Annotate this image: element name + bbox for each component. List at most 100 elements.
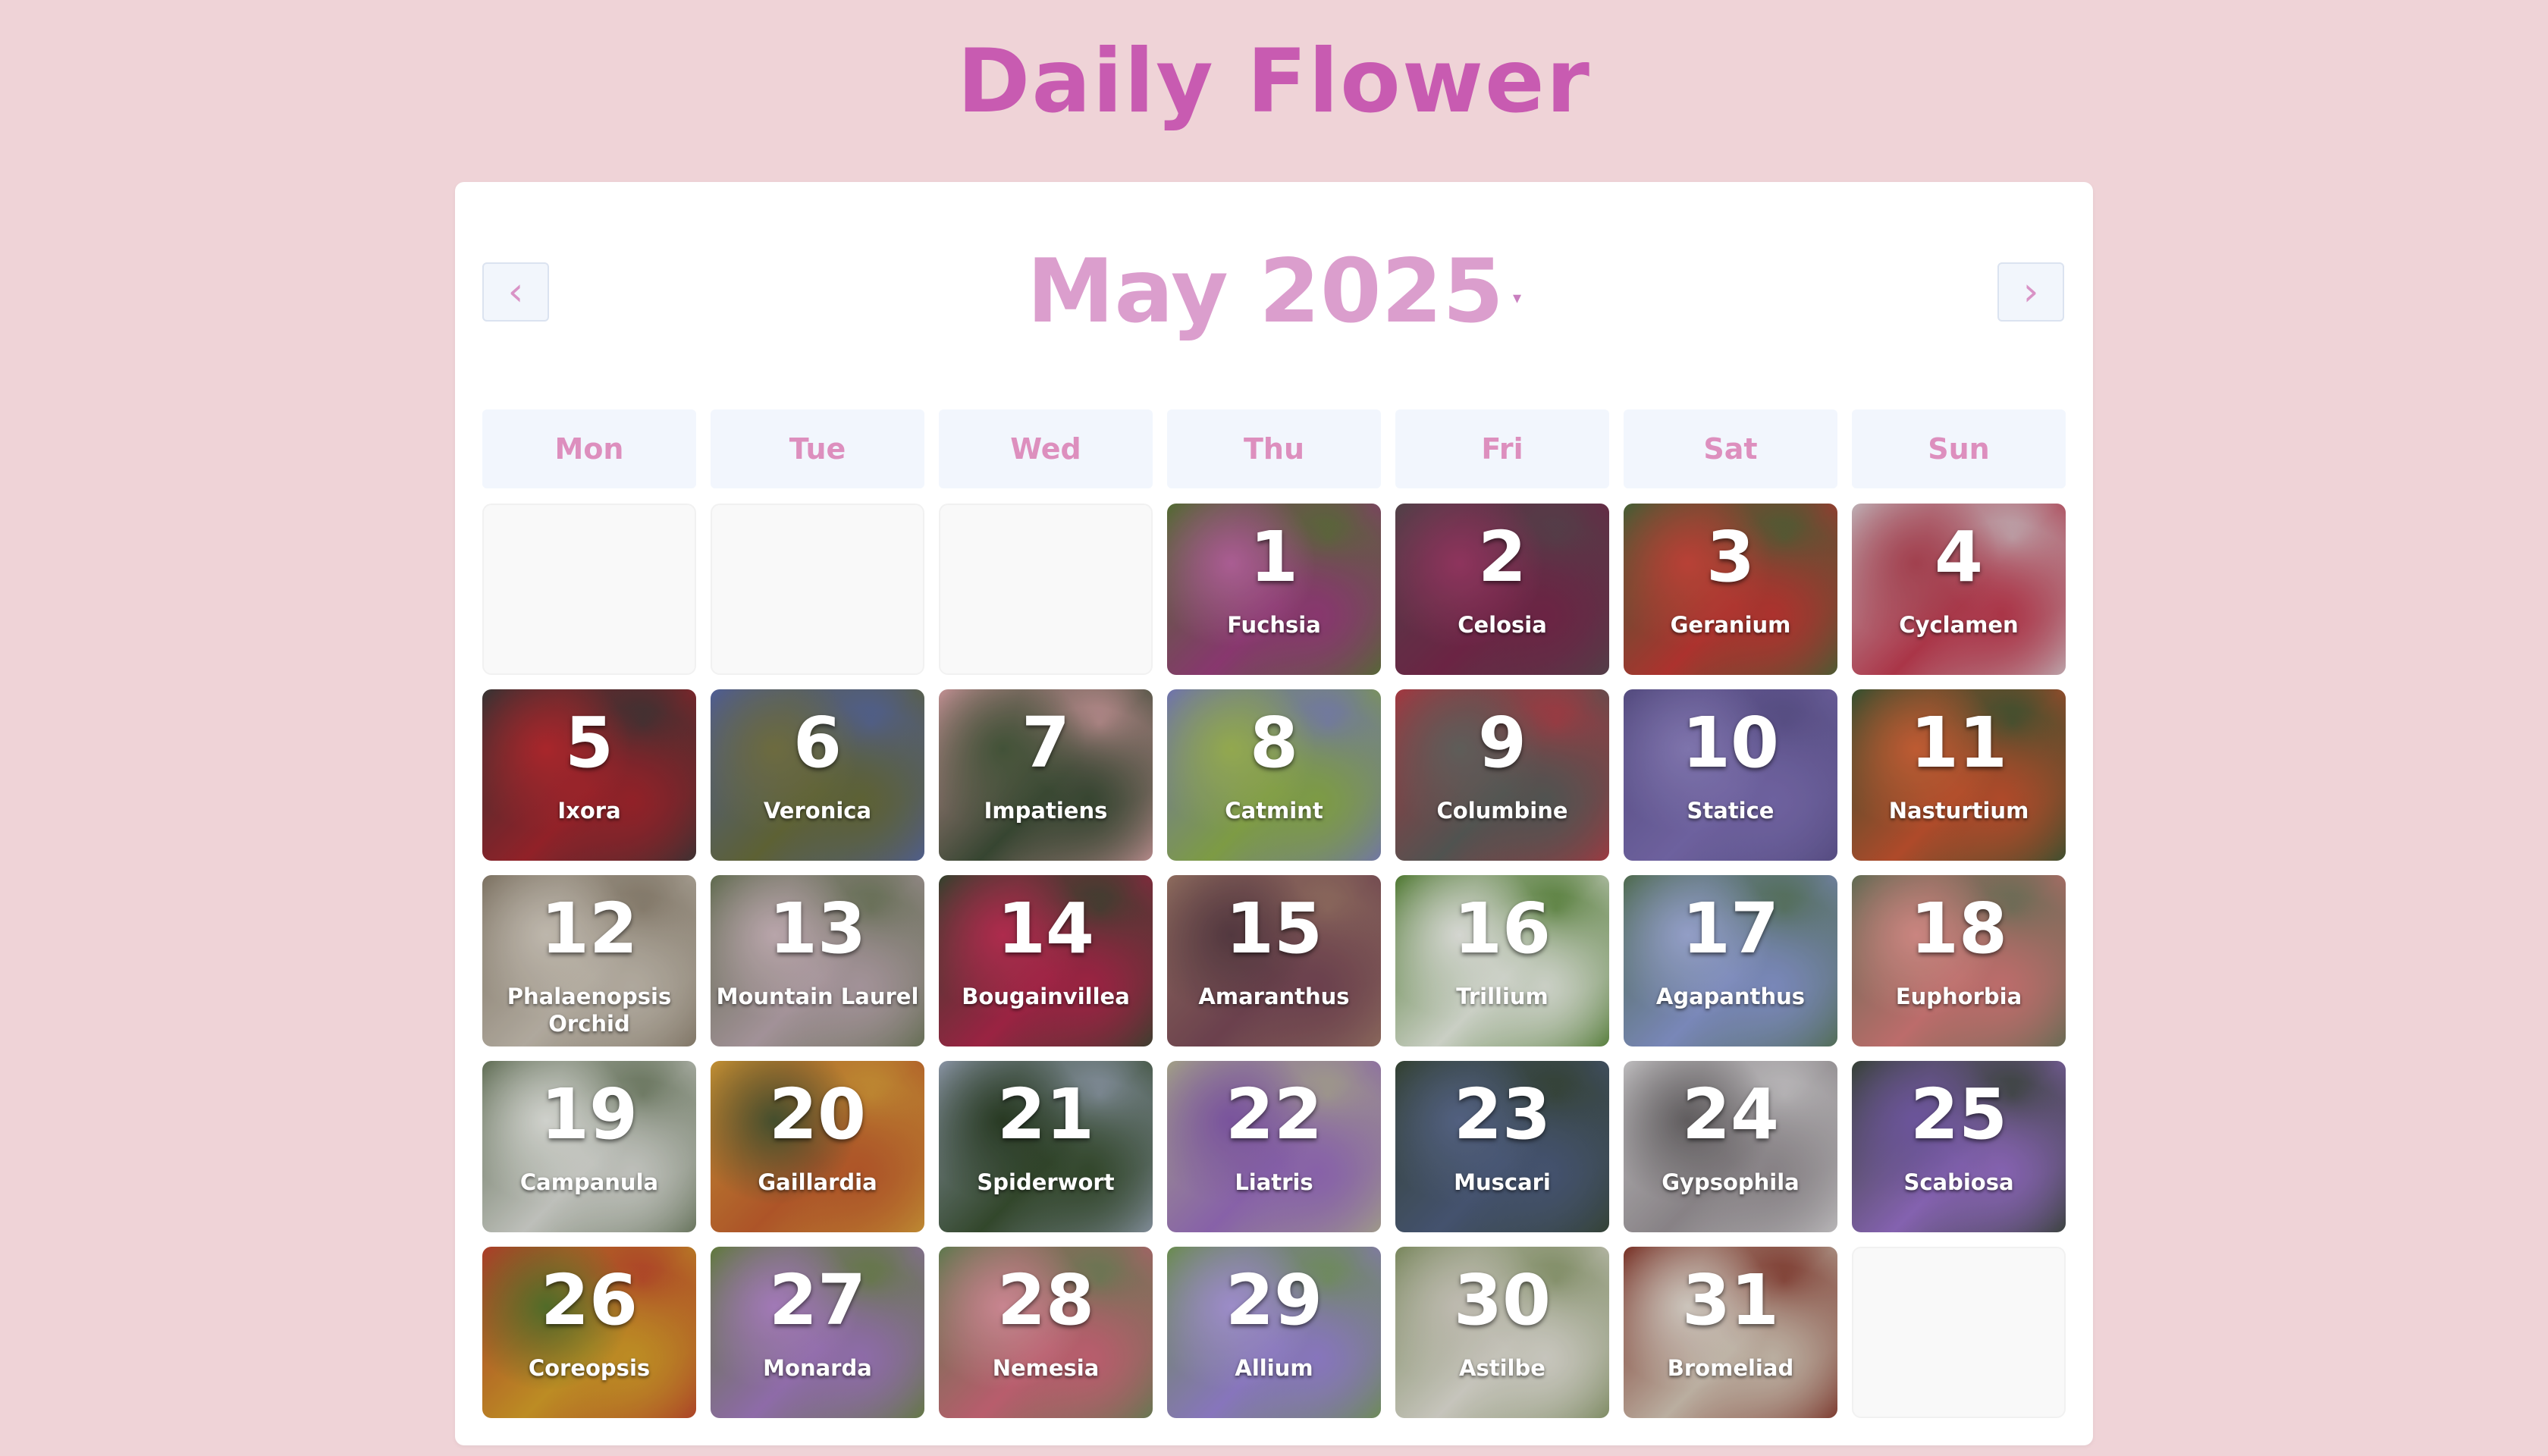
flower-name: Ixora (557, 798, 621, 824)
day-cell[interactable]: 5 Ixora (482, 689, 696, 861)
day-cell[interactable]: 29 Allium (1167, 1247, 1381, 1418)
flower-name: Coreopsis (528, 1355, 651, 1381)
day-cell[interactable]: 6 Veronica (711, 689, 924, 861)
flower-name: Monarda (763, 1355, 872, 1381)
month-selector: May 2025 ▾ (455, 235, 2093, 349)
flower-name: Geranium (1670, 612, 1791, 638)
day-cell[interactable]: 25 Scabiosa (1852, 1061, 2066, 1232)
weekday-sun: Sun (1852, 410, 2066, 488)
day-cell[interactable]: 12 Phalaenopsis Orchid (482, 875, 696, 1046)
flower-name: Euphorbia (1895, 984, 2022, 1009)
chevron-right-icon: › (2022, 269, 2039, 315)
day-cell[interactable]: 7 Impatiens (939, 689, 1153, 861)
day-number: 19 (540, 1074, 639, 1155)
day-number: 31 (1681, 1260, 1780, 1341)
day-cell[interactable]: 21 Spiderwort (939, 1061, 1153, 1232)
day-number: 27 (768, 1260, 867, 1341)
empty-day-cell (482, 504, 696, 675)
day-number: 2 (1477, 516, 1527, 598)
flower-name: Catmint (1225, 798, 1323, 824)
day-cell[interactable]: 19 Campanula (482, 1061, 696, 1232)
day-number: 5 (564, 702, 613, 783)
day-cell[interactable]: 4 Cyclamen (1852, 504, 2066, 675)
day-cell[interactable]: 10 Statice (1624, 689, 1837, 861)
next-month-button[interactable]: › (1997, 262, 2064, 322)
day-number: 29 (1225, 1260, 1323, 1341)
day-cell[interactable]: 15 Amaranthus (1167, 875, 1381, 1046)
app-title: Daily Flower (957, 30, 1591, 133)
day-cell[interactable]: 30 Astilbe (1395, 1247, 1609, 1418)
flower-name: Gypsophila (1662, 1169, 1800, 1195)
flower-name: Astilbe (1459, 1355, 1545, 1381)
flower-name: Spiderwort (977, 1169, 1115, 1195)
day-cell[interactable]: 2 Celosia (1395, 504, 1609, 675)
day-number: 21 (996, 1074, 1095, 1155)
day-cell[interactable]: 26 Coreopsis (482, 1247, 696, 1418)
day-cell[interactable]: 17 Agapanthus (1624, 875, 1837, 1046)
day-number: 15 (1225, 888, 1323, 969)
weekday-wed: Wed (939, 410, 1153, 488)
flower-name: Nasturtium (1888, 798, 2029, 824)
flower-name: Trillium (1456, 984, 1549, 1009)
day-number: 3 (1705, 516, 1755, 598)
empty-day-cell (1852, 1247, 2066, 1418)
flower-name: Veronica (763, 798, 872, 824)
day-number: 13 (768, 888, 867, 969)
day-cell[interactable]: 18 Euphorbia (1852, 875, 2066, 1046)
flower-name: Allium (1235, 1355, 1313, 1381)
day-cell[interactable]: 31 Bromeliad (1624, 1247, 1837, 1418)
month-year-dropdown[interactable]: May 2025 (1027, 235, 1504, 349)
day-cell[interactable]: 3 Geranium (1624, 504, 1837, 675)
day-number: 17 (1681, 888, 1780, 969)
flower-name: Phalaenopsis Orchid (507, 984, 672, 1037)
flower-name: Columbine (1436, 798, 1568, 824)
flower-name: Statice (1687, 798, 1774, 824)
day-number: 20 (768, 1074, 867, 1155)
flower-name: Bougainvillea (962, 984, 1130, 1009)
days-grid: 1 Fuchsia 2 Celosia 3 Geranium 4 Cyclamen 5 Ixora… (482, 504, 2066, 1418)
flower-name: Amaranthus (1198, 984, 1350, 1009)
weekday-fri: Fri (1395, 410, 1609, 488)
day-number: 10 (1681, 702, 1780, 783)
day-cell[interactable]: 16 Trillium (1395, 875, 1609, 1046)
day-cell[interactable]: 28 Nemesia (939, 1247, 1153, 1418)
day-cell[interactable]: 11 Nasturtium (1852, 689, 2066, 861)
flower-name: Cyclamen (1899, 612, 2019, 638)
flower-name: Agapanthus (1655, 984, 1806, 1009)
day-cell[interactable]: 20 Gaillardia (711, 1061, 924, 1232)
flower-name: Fuchsia (1227, 612, 1321, 638)
day-number: 18 (1909, 888, 2008, 969)
day-number: 16 (1453, 888, 1552, 969)
weekday-sat: Sat (1624, 410, 1837, 488)
day-number: 7 (1021, 702, 1070, 783)
weekday-tue: Tue (711, 410, 924, 488)
day-number: 12 (540, 888, 639, 969)
flower-name: Muscari (1454, 1169, 1551, 1195)
day-number: 30 (1453, 1260, 1552, 1341)
day-number: 22 (1225, 1074, 1323, 1155)
day-cell[interactable]: 23 Muscari (1395, 1061, 1609, 1232)
calendar-grid: Mon Tue Wed Thu Fri Sat Sun 1 Fuchsia 2 Cel… (482, 410, 2066, 1418)
calendar-card: ‹ May 2025 ▾ › Mon Tue Wed Thu Fri Sat Su… (455, 182, 2093, 1445)
day-cell[interactable]: 14 Bougainvillea (939, 875, 1153, 1046)
day-number: 14 (996, 888, 1095, 969)
day-cell[interactable]: 8 Catmint (1167, 689, 1381, 861)
flower-name: Gaillardia (758, 1169, 877, 1195)
flower-name: Impatiens (984, 798, 1108, 824)
day-cell[interactable]: 1 Fuchsia (1167, 504, 1381, 675)
day-cell[interactable]: 27 Monarda (711, 1247, 924, 1418)
flower-name: Scabiosa (1903, 1169, 2014, 1195)
day-cell[interactable]: 9 Columbine (1395, 689, 1609, 861)
flower-name: Bromeliad (1667, 1355, 1794, 1381)
day-cell[interactable]: 24 Gypsophila (1624, 1061, 1837, 1232)
flower-name: Nemesia (992, 1355, 1100, 1381)
caret-down-icon[interactable]: ▾ (1513, 289, 1521, 308)
flower-name: Celosia (1458, 612, 1547, 638)
day-number: 9 (1477, 702, 1527, 783)
day-cell[interactable]: 22 Liatris (1167, 1061, 1381, 1232)
day-number: 26 (540, 1260, 639, 1341)
day-cell[interactable]: 13 Mountain Laurel (711, 875, 924, 1046)
empty-day-cell (711, 504, 924, 675)
day-number: 23 (1453, 1074, 1552, 1155)
empty-day-cell (939, 504, 1153, 675)
